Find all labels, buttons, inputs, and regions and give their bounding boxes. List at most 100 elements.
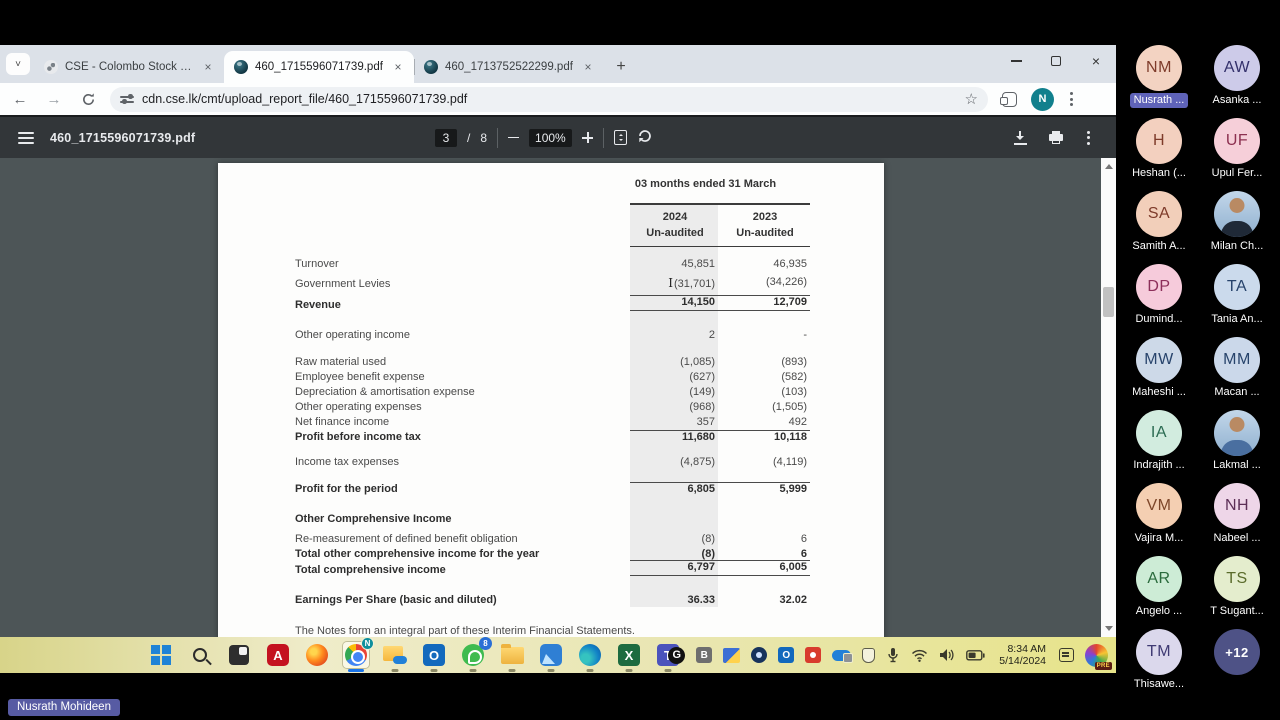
participant-tile[interactable]: MW Maheshi ... <box>1128 337 1190 410</box>
task-view-button[interactable] <box>226 642 252 668</box>
excel-button[interactable]: X <box>616 642 642 668</box>
recording-tray-icon[interactable] <box>805 647 821 663</box>
pdf-favicon <box>424 60 438 74</box>
edge-button[interactable] <box>577 642 603 668</box>
taskbar-clock[interactable]: 8:34 AM 5/14/2024 <box>999 643 1046 667</box>
participant-avatar: AW <box>1214 45 1260 91</box>
value-2024: (8) <box>630 548 718 560</box>
photos-button[interactable] <box>538 642 564 668</box>
download-icon[interactable] <box>1014 131 1027 145</box>
pdf-more-icon[interactable] <box>1085 129 1092 147</box>
tab-close-icon[interactable]: × <box>390 59 406 75</box>
participant-tile[interactable]: AR Angelo ... <box>1132 556 1186 629</box>
participant-tile[interactable]: Lakmal ... <box>1209 410 1265 483</box>
zoom-out-icon[interactable] <box>508 137 519 139</box>
avatar-initials: TA <box>1227 278 1247 296</box>
scroll-up-icon[interactable] <box>1101 158 1116 173</box>
status-tray-icon[interactable] <box>751 647 767 663</box>
participant-tile[interactable]: VM Vajira M... <box>1131 483 1188 556</box>
firefox-button[interactable] <box>304 642 330 668</box>
tab-search-button[interactable]: ˅ <box>6 53 30 75</box>
onedrive-tray-icon[interactable] <box>832 650 851 661</box>
participant-avatar: NM <box>1136 45 1182 91</box>
tab-organize-icon[interactable] <box>1002 92 1017 107</box>
maximize-button[interactable] <box>1036 45 1076 77</box>
minimize-button[interactable] <box>996 45 1036 77</box>
bookmark-star-icon[interactable]: ☆ <box>965 90 978 108</box>
tab-pdf-2[interactable]: 460_1713752522299.pdf × <box>414 51 604 83</box>
value-2023: (582) <box>718 371 810 383</box>
microphone-icon[interactable] <box>886 647 900 663</box>
tab-pdf-active[interactable]: 460_1715596071739.pdf × <box>224 51 414 83</box>
preview-app-icon[interactable]: PRE <box>1085 644 1108 667</box>
browser-menu-icon[interactable] <box>1068 90 1075 108</box>
chrome-button[interactable]: N <box>343 642 369 668</box>
acrobat-button[interactable]: A <box>265 642 291 668</box>
rotate-icon[interactable] <box>637 128 653 147</box>
taskbar-search-button[interactable] <box>187 642 213 668</box>
tab-cse[interactable]: CSE - Colombo Stock Exchange × <box>34 51 224 83</box>
participant-tile[interactable]: NM Nusrath ... <box>1130 45 1189 118</box>
acrobat-icon: A <box>267 644 289 666</box>
participant-tile[interactable]: UF Upul Fer... <box>1208 118 1267 191</box>
avatar-initials: MW <box>1144 351 1173 369</box>
row-label: Employee benefit expense <box>295 371 630 383</box>
participant-tile[interactable]: SA Samith A... <box>1128 191 1189 264</box>
url-input[interactable]: cdn.cse.lk/cmt/upload_report_file/460_17… <box>110 87 988 112</box>
fit-page-icon[interactable] <box>614 130 627 145</box>
participant-tile[interactable]: DP Dumind... <box>1131 264 1186 337</box>
col-status: Un-audited <box>720 225 810 241</box>
forward-icon[interactable]: → <box>40 85 68 113</box>
grammarly-tray-icon[interactable]: G <box>668 647 685 664</box>
notification-center-icon[interactable] <box>1059 648 1074 662</box>
zoom-in-icon[interactable] <box>582 132 593 143</box>
task-view-icon <box>229 645 249 665</box>
participant-tile[interactable]: MM Macan ... <box>1210 337 1263 410</box>
security-shield-icon[interactable] <box>862 648 875 663</box>
close-button[interactable]: × <box>1076 45 1116 77</box>
pdf-scrollbar[interactable] <box>1101 158 1116 637</box>
app-tray-icon[interactable] <box>723 648 740 663</box>
participant-tile[interactable]: Milan Ch... <box>1207 191 1268 264</box>
outlook-tray-icon[interactable]: O <box>778 647 794 663</box>
participant-tile[interactable]: H Heshan (... <box>1128 118 1190 191</box>
pdf-menu-icon[interactable] <box>18 132 34 144</box>
print-icon[interactable] <box>1049 131 1063 144</box>
scrollbar-thumb[interactable] <box>1103 287 1114 317</box>
file-explorer-button[interactable] <box>499 642 525 668</box>
whatsapp-button[interactable]: 8 <box>460 642 486 668</box>
participant-name: Milan Ch... <box>1207 239 1268 254</box>
row-label: Earnings Per Share (basic and diluted) <box>295 594 630 606</box>
value-2023: 6 <box>718 548 810 560</box>
battery-icon[interactable] <box>966 650 985 661</box>
pdf-favicon <box>234 60 248 74</box>
participant-tile[interactable]: AW Asanka ... <box>1209 45 1266 118</box>
participant-tile[interactable]: TA Tania An... <box>1207 264 1266 337</box>
onedrive-folder-button[interactable] <box>382 642 408 668</box>
participant-tile[interactable]: TS T Sugant... <box>1206 556 1268 629</box>
zoom-level[interactable]: 100% <box>529 129 572 147</box>
participant-tile[interactable]: NH Nabeel ... <box>1209 483 1264 556</box>
start-button[interactable] <box>148 642 174 668</box>
volume-icon[interactable] <box>939 648 955 662</box>
reload-icon[interactable] <box>74 85 102 113</box>
new-tab-button[interactable]: + <box>608 54 634 80</box>
column-headers: 2024 Un-audited 2023 Un-audited <box>630 203 810 247</box>
page-number-input[interactable]: 3 <box>435 129 457 147</box>
profile-avatar[interactable]: N <box>1031 88 1054 111</box>
wifi-icon[interactable] <box>911 649 928 662</box>
search-icon <box>193 648 207 662</box>
participant-tile[interactable]: IA Indrajith ... <box>1129 410 1188 483</box>
tab-close-icon[interactable]: × <box>200 59 216 75</box>
pdf-page: 03 months ended 31 March 2024 Un-audited… <box>218 163 884 637</box>
back-icon[interactable]: ← <box>6 85 34 113</box>
bitwarden-tray-icon[interactable]: B <box>696 647 712 663</box>
tab-close-icon[interactable]: × <box>580 59 596 75</box>
site-settings-icon[interactable] <box>120 93 134 105</box>
outlook-button[interactable]: O <box>421 642 447 668</box>
participant-tile[interactable]: TM Thisawe... <box>1130 629 1188 702</box>
participant-name: T Sugant... <box>1206 604 1268 619</box>
participant-tile[interactable]: +12 <box>1214 629 1260 702</box>
scroll-down-icon[interactable] <box>1101 622 1116 637</box>
pdf-toolbar: 460_1715596071739.pdf 3 / 8 100% <box>0 115 1116 158</box>
